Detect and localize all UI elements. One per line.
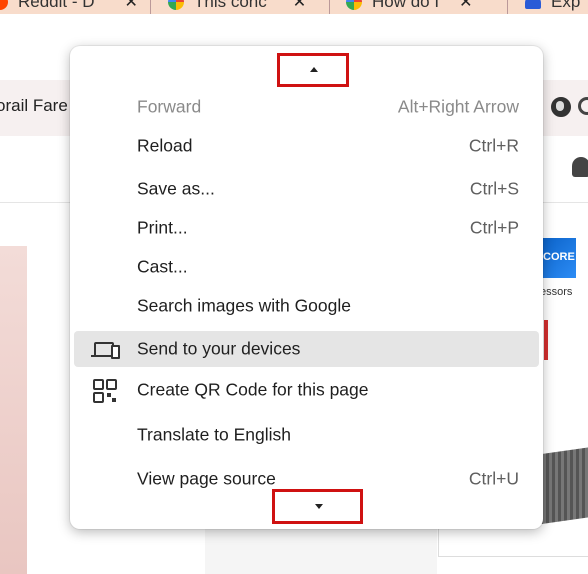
close-icon[interactable]: ✕ [125, 0, 138, 12]
close-icon[interactable]: ✕ [293, 0, 306, 12]
menu-item-label: Translate to English [137, 424, 292, 445]
menu-item-label: View page source [137, 468, 276, 489]
tab-label: Exp [551, 0, 581, 11]
menu-item-forward[interactable]: Forward Alt+Right Arrow [74, 89, 539, 125]
menu-item-shortcut: Ctrl+P [469, 217, 519, 238]
devices-icon [91, 342, 120, 359]
menu-item-label: Cast... [137, 256, 188, 277]
close-icon[interactable]: ✕ [459, 0, 472, 12]
menu-item-label: Search images with Google [137, 295, 351, 316]
menu-item-cast[interactable]: Cast... [74, 249, 539, 285]
qr-code-icon [93, 379, 117, 403]
menu-scroll-up-button[interactable] [277, 53, 349, 87]
menu-item-save-as[interactable]: Save as... Ctrl+S [74, 171, 539, 207]
tab-separator [150, 0, 151, 14]
menu-item-label: Create QR Code for this page [137, 379, 369, 400]
menu-item-print[interactable]: Print... Ctrl+P [74, 210, 539, 246]
menu-item-shortcut: Alt+Right Arrow [397, 96, 519, 117]
tab-label: How do I [372, 0, 440, 11]
tab-separator [507, 0, 508, 14]
menu-item-label: Forward [137, 96, 202, 117]
menu-item-shortcut: Ctrl+U [468, 468, 519, 489]
bell-icon[interactable] [572, 157, 588, 177]
tab-label: This conc [194, 0, 267, 11]
intel-core-badge: CORE [540, 238, 576, 278]
tab-account[interactable]: Exp [525, 0, 580, 13]
badge-text: CORE [543, 251, 575, 263]
tab-label: Reddit - D [18, 0, 95, 11]
menu-item-send-to-devices[interactable]: Send to your devices [74, 331, 539, 367]
tab-reddit[interactable]: Reddit - D ✕ [0, 0, 138, 13]
menu-item-search-images[interactable]: Search images with Google [74, 288, 539, 324]
menu-scroll-down-button[interactable] [272, 489, 363, 524]
ad-text: essors [540, 286, 573, 298]
laptop-image [540, 445, 588, 525]
google-icon [346, 0, 362, 10]
tab-google-2[interactable]: How do I ✕ [346, 0, 473, 13]
menu-item-shortcut: Ctrl+S [469, 178, 519, 199]
google-icon [168, 0, 184, 10]
menu-item-label: Send to your devices [137, 338, 301, 359]
bookmark-item[interactable]: orail Fare [0, 96, 68, 116]
globe-icon[interactable] [551, 97, 571, 117]
menu-item-reload[interactable]: Reload Ctrl+R [74, 128, 539, 164]
menu-item-shortcut: Ctrl+R [468, 135, 519, 156]
menu-item-label: Reload [137, 135, 193, 156]
tab-strip: Reddit - D ✕ This conc ✕ How do I ✕ Exp [0, 0, 588, 14]
red-accent-bar [544, 320, 548, 360]
product-image [0, 246, 27, 574]
menu-item-translate[interactable]: Translate to English [74, 417, 539, 453]
tab-google-1[interactable]: This conc ✕ [168, 0, 306, 13]
menu-item-label: Print... [137, 217, 188, 238]
arrow-down-icon [315, 504, 323, 509]
reddit-icon [0, 0, 8, 10]
arrow-up-icon [310, 67, 318, 72]
menu-item-create-qr-code[interactable]: Create QR Code for this page [74, 372, 539, 408]
account-icon [525, 0, 541, 9]
menu-item-label: Save as... [137, 178, 215, 199]
tab-separator [329, 0, 330, 14]
